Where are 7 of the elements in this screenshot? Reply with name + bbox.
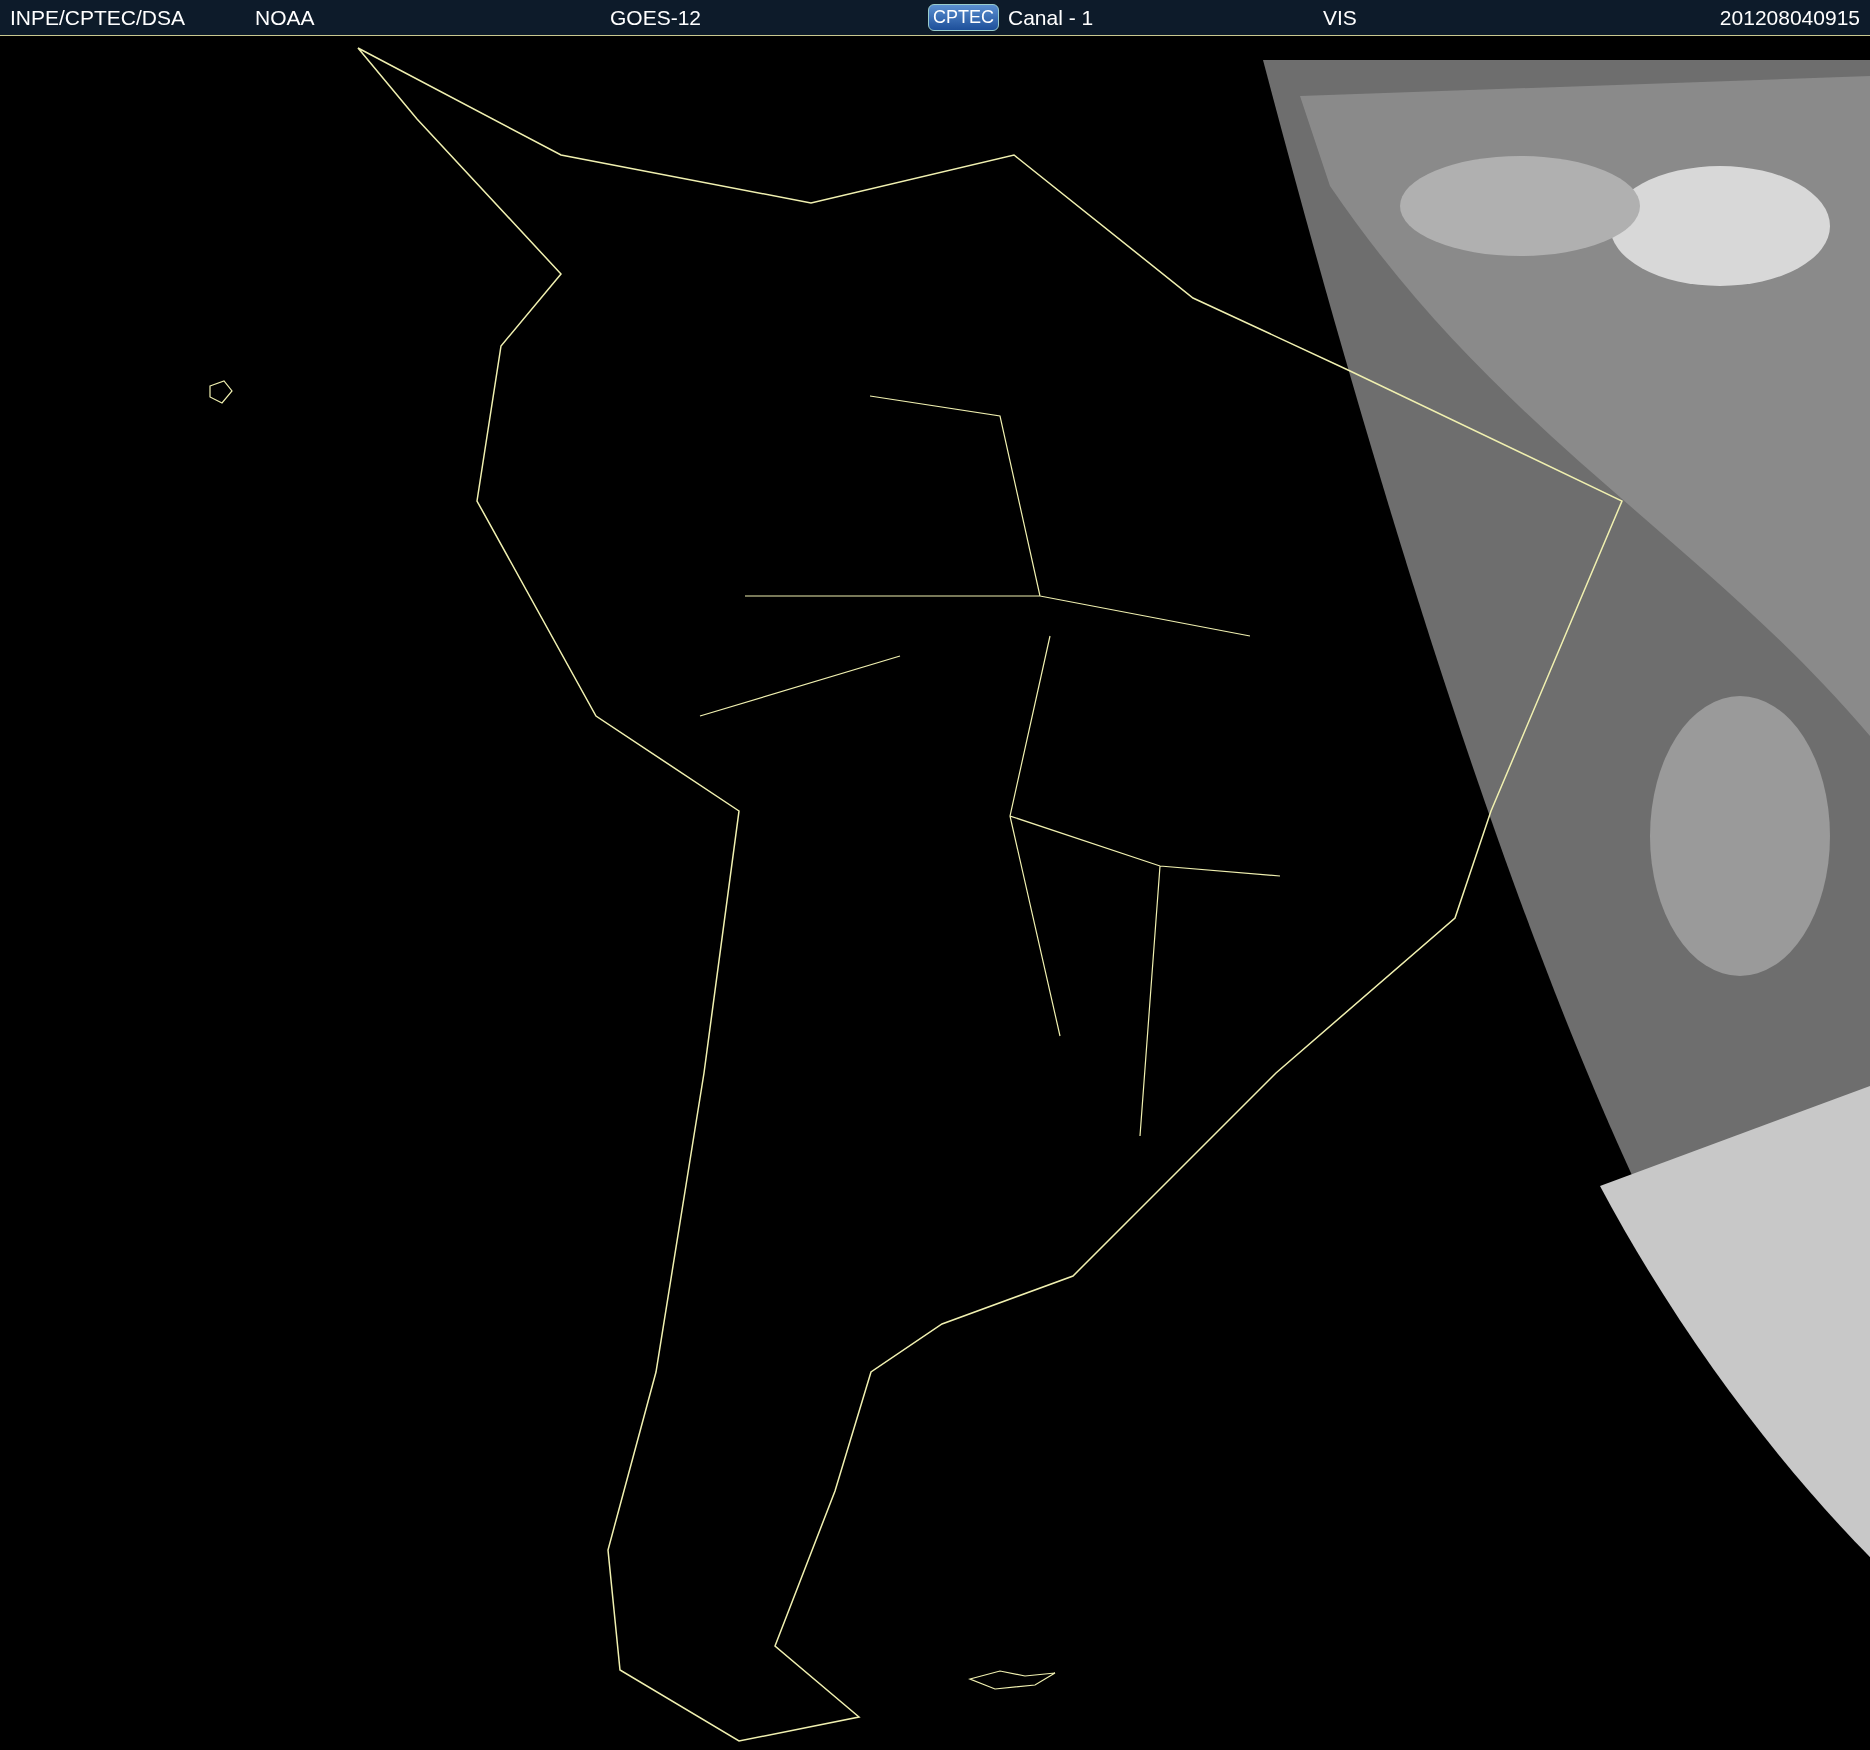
band-label: VIS [1323,5,1358,30]
logo: CPTEC [928,4,999,31]
satellite-label: GOES-12 [610,5,703,30]
timestamp-label: 201208040915 [1718,5,1860,30]
source-label: NOAA [255,5,316,30]
channel-label: Canal - 1 [1008,5,1095,30]
agency-label: INPE/CPTEC/DSA [10,5,187,30]
